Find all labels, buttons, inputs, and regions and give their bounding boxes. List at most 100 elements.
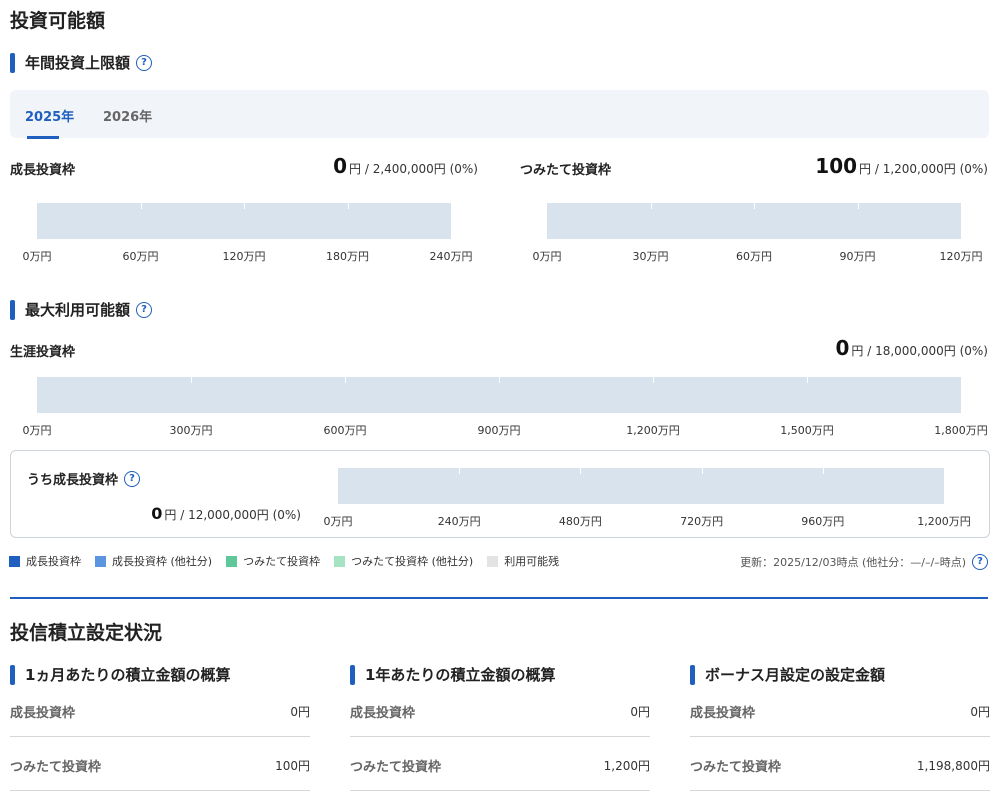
axis-tick-label: 960万円	[801, 515, 845, 528]
help-icon[interactable]: ?	[124, 470, 141, 487]
help-icon[interactable]: ?	[136, 54, 153, 71]
axis-tick-label: 0万円	[532, 250, 562, 263]
amount-total: 円 / 1,200,000円 (0%)	[859, 162, 988, 176]
axis-tick	[701, 468, 703, 474]
axis-tick-label: 120万円	[939, 250, 983, 263]
fund-row-value: 0円	[290, 705, 310, 719]
section-annual-limit: 年間投資上限額 ?	[10, 52, 153, 73]
row-divider	[350, 736, 650, 737]
growth-portion-label: うち成長投資枠	[27, 473, 119, 488]
section-marker	[10, 299, 15, 320]
growth-frame-label: 成長投資枠	[10, 163, 76, 178]
axis-tick-label: 60万円	[736, 250, 772, 263]
lifetime-frame-axis: 0万円 300万円 600万円 900万円 1,200万円 1,500万円 1,800万円	[23, 422, 988, 437]
axis-tick-label: 120万円	[222, 250, 266, 263]
axis-tick	[347, 203, 349, 209]
axis-tick	[191, 377, 192, 383]
section-marker	[10, 664, 15, 685]
tsumitate-frame-axis: 0万円 30万円 60万円 90万円 120万円	[533, 248, 983, 263]
axis-tick-label: 1,800万円	[934, 424, 988, 437]
amount-value: 100	[815, 154, 858, 178]
tab-2026[interactable]: 2026年	[103, 106, 152, 125]
fund-column-title: 1年あたりの積立金額の概算	[365, 666, 556, 684]
axis-tick-label: 0万円	[22, 250, 52, 263]
axis-tick-label: 600万円	[323, 424, 367, 437]
axis-tick-label: 240万円	[437, 515, 481, 528]
axis-tick	[857, 203, 859, 209]
axis-tick-label: 720万円	[680, 515, 724, 528]
fund-column-header: 1ヵ月あたりの積立金額の概算	[10, 664, 230, 685]
row-divider	[690, 736, 990, 737]
fund-column-title: ボーナス月設定の設定金額	[705, 666, 886, 684]
fund-row-value: 0円	[630, 705, 650, 719]
row-divider	[10, 790, 310, 791]
axis-tick	[650, 203, 652, 209]
fund-row-label: つみたて投資枠	[10, 760, 102, 775]
legend-label: つみたて投資枠	[243, 555, 321, 568]
fund-row-value: 100円	[275, 759, 310, 773]
axis-tick-label: 480万円	[558, 515, 602, 528]
help-icon[interactable]: ?	[136, 301, 153, 318]
axis-tick-label: 1,500万円	[780, 424, 834, 437]
amount-total: 円 / 18,000,000円 (0%)	[851, 344, 988, 358]
axis-tick-label: 180万円	[326, 250, 369, 263]
growth-portion-gauge	[338, 468, 944, 504]
axis-tick-label: 900万円	[477, 424, 521, 437]
fund-row-value: 1,200円	[603, 759, 650, 773]
update-timestamp: 更新：2025/12/03時点 (他社分：—/–/–時点)	[740, 556, 966, 569]
lifetime-frame-label: 生涯投資枠	[10, 345, 76, 360]
amount-value: 0	[333, 154, 348, 178]
legend-item: つみたて投資枠	[226, 553, 320, 569]
year-tabs: 2025年 2026年	[10, 90, 989, 139]
fund-column-header: 1年あたりの積立金額の概算	[350, 664, 555, 685]
lifetime-frame-amount: 0円 / 18,000,000円 (0%)	[835, 336, 988, 360]
legend-item: つみたて投資枠 (他社分)	[334, 553, 473, 569]
fund-row-label: つみたて投資枠	[350, 760, 442, 775]
tab-2025[interactable]: 2025年	[25, 106, 74, 125]
axis-tick	[244, 203, 245, 209]
growth-frame-amount: 0円 / 2,400,000円 (0%)	[333, 154, 478, 178]
help-icon[interactable]: ?	[972, 554, 988, 570]
legend-label: つみたて投資枠 (他社分)	[351, 555, 474, 568]
amount-total: 円 / 2,400,000円 (0%)	[349, 162, 478, 176]
legend-item: 利用可能残	[487, 553, 559, 569]
axis-tick	[580, 468, 582, 474]
row-divider	[10, 736, 310, 737]
axis-tick-label: 90万円	[839, 250, 876, 263]
row-divider	[690, 790, 990, 791]
row-divider	[350, 790, 650, 791]
axis-tick-label: 1,200万円	[626, 424, 680, 437]
legend-swatch	[487, 555, 499, 567]
axis-tick-label: 300万円	[169, 424, 213, 437]
fund-row-value: 1,198,800円	[916, 759, 990, 773]
update-info: 更新：2025/12/03時点 (他社分：—/–/–時点) ?	[740, 554, 988, 570]
axis-tick	[140, 203, 142, 209]
section-title: 年間投資上限額	[25, 54, 131, 72]
growth-portion-axis: 0万円 240万円 480万円 720万円 960万円 1,200万円	[324, 513, 971, 528]
fund-column-title: 1ヵ月あたりの積立金額の概算	[25, 666, 231, 684]
legend-item: 成長投資枠 (他社分)	[95, 553, 212, 569]
axis-tick	[499, 377, 500, 383]
amount-total: 円 / 12,000,000円 (0%)	[164, 508, 301, 522]
legend-label: 成長投資枠	[26, 555, 81, 568]
tsumitate-frame-amount: 100 円 / 1,200,000円 (0%)	[815, 154, 988, 178]
fund-row-label: 成長投資枠	[10, 706, 76, 721]
fund-row-label: つみたて投資枠	[690, 760, 782, 775]
section-marker	[350, 664, 355, 685]
axis-tick-label: 0万円	[323, 515, 353, 528]
tsumitate-frame-label: つみたて投資枠	[520, 163, 612, 178]
axis-tick-label: 60万円	[122, 250, 159, 263]
amount-value: 0	[151, 504, 163, 523]
section-max-available: 最大利用可能額 ?	[10, 299, 153, 320]
legend-item: 成長投資枠	[9, 553, 81, 569]
fund-row-value: 0円	[970, 705, 990, 719]
active-tab-indicator	[27, 136, 59, 139]
fund-column-header: ボーナス月設定の設定金額	[690, 664, 885, 685]
chart-legend: 成長投資枠 成長投資枠 (他社分) つみたて投資枠 つみたて投資枠 (他社分) 利用可能…	[9, 553, 573, 569]
axis-tick	[345, 377, 346, 383]
section-marker	[10, 52, 15, 73]
axis-tick	[653, 377, 654, 383]
growth-portion-amount: 0円 / 12,000,000円 (0%)	[151, 504, 301, 523]
legend-swatch	[9, 555, 20, 567]
growth-frame-axis: 0万円 60万円 120万円 180万円 240万円	[23, 248, 473, 263]
